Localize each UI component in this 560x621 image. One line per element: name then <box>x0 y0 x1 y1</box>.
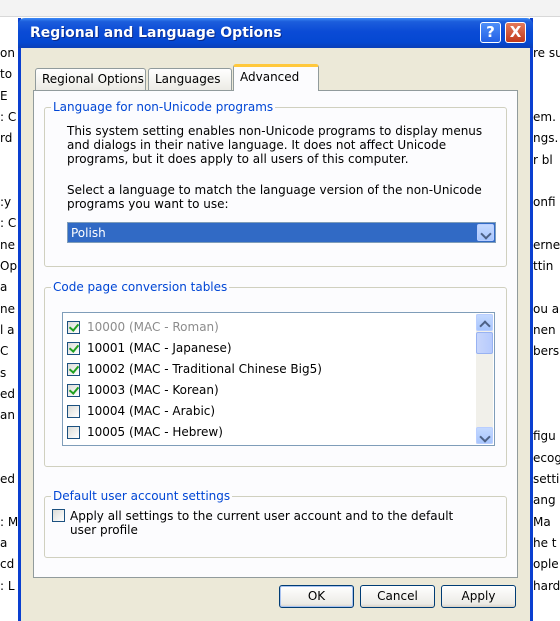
background-text-fragment: r bl <box>533 152 553 167</box>
code-page-label: 10000 (MAC - Roman) <box>87 320 219 334</box>
code-page-row[interactable]: 10000 (MAC - Roman) <box>67 319 467 339</box>
background-text-fragment: em. <box>533 109 556 124</box>
apply-default-user-checkbox[interactable] <box>52 509 65 522</box>
non-unicode-description: This system setting enables non-Unicode … <box>67 124 483 166</box>
background-text-fragment: figu <box>533 429 556 444</box>
background-text-fragment: ang <box>533 493 556 508</box>
code-page-row[interactable]: 10003 (MAC - Korean) <box>67 382 467 402</box>
scroll-up-icon[interactable] <box>476 314 493 331</box>
apply-default-user-label-line1: Apply all settings to the current user a… <box>70 509 454 523</box>
background-text-fragment: erne <box>533 237 560 252</box>
apply-button[interactable]: Apply <box>441 585 516 608</box>
ok-button[interactable]: OK <box>279 585 354 608</box>
chevron-down-icon[interactable] <box>477 224 494 241</box>
non-unicode-group: Language for non-Unicode programs This s… <box>44 100 507 267</box>
regional-language-dialog: Regional and Language Options ? X Region… <box>18 18 533 621</box>
code-page-label: 10003 (MAC - Korean) <box>87 383 219 397</box>
code-page-checkbox[interactable] <box>67 405 80 418</box>
language-select[interactable]: Polish <box>67 222 496 243</box>
background-text-fragment: onfi <box>533 195 556 210</box>
tab-panel-advanced: Language for non-Unicode programs This s… <box>33 90 518 578</box>
apply-default-user-label[interactable]: Apply all settings to the current user a… <box>70 509 490 537</box>
code-page-checkbox[interactable] <box>67 363 80 376</box>
background-text-fragment: bers <box>533 344 560 359</box>
help-icon[interactable]: ? <box>480 22 501 43</box>
code-page-checkbox[interactable] <box>67 321 80 334</box>
code-page-list[interactable]: 10000 (MAC - Roman) 10001 (MAC - Japanese… <box>62 312 495 446</box>
code-page-group: Code page conversion tables 10000 (MAC -… <box>44 280 507 467</box>
background-text-fragment: nen <box>533 322 556 337</box>
background-text-fragment: ecog <box>533 450 560 465</box>
code-page-row[interactable]: 10005 (MAC - Hebrew) <box>67 424 467 444</box>
code-page-checkbox[interactable] <box>67 384 80 397</box>
background-text-fragment: re su <box>533 46 560 60</box>
code-page-legend: Code page conversion tables <box>51 280 230 294</box>
code-page-row[interactable]: 10002 (MAC - Traditional Chinese Big5) <box>67 361 467 381</box>
code-page-scrollbar[interactable] <box>476 314 493 444</box>
code-page-label: 10002 (MAC - Traditional Chinese Big5) <box>87 362 322 376</box>
code-page-checkbox[interactable] <box>67 342 80 355</box>
code-page-row[interactable]: 10001 (MAC - Japanese) <box>67 340 467 360</box>
tab-languages[interactable]: Languages <box>148 68 232 90</box>
code-page-label: 10001 (MAC - Japanese) <box>87 341 232 355</box>
background-text-fragment: ngs. <box>533 131 559 146</box>
code-page-label: 10004 (MAC - Arabic) <box>87 404 216 418</box>
background-text-fragment: hard <box>533 578 560 593</box>
tab-advanced[interactable]: Advanced <box>233 64 319 91</box>
background-text-fragment: ttin <box>533 259 554 273</box>
dialog-title: Regional and Language Options <box>30 25 282 41</box>
non-unicode-prompt: Select a language to match the language … <box>67 183 482 211</box>
code-page-row[interactable]: 10004 (MAC - Arabic) <box>67 403 467 423</box>
language-select-value: Polish <box>71 226 106 240</box>
background-text-fragment: ople <box>533 557 559 572</box>
cancel-button[interactable]: Cancel <box>360 585 435 608</box>
code-page-label: 10005 (MAC - Hebrew) <box>87 425 223 439</box>
background-text-fragment: Ma <box>533 514 551 529</box>
scroll-thumb[interactable] <box>476 332 493 354</box>
default-user-legend: Default user account settings <box>51 489 233 503</box>
background-window-top <box>0 0 560 17</box>
background-text-fragment: he t <box>533 535 557 550</box>
background-text-fragment: setti <box>533 472 560 486</box>
background-text-fragment: ou a <box>533 301 560 316</box>
code-page-checkbox[interactable] <box>67 426 80 439</box>
tab-regional-options[interactable]: Regional Options <box>35 68 146 90</box>
non-unicode-legend: Language for non-Unicode programs <box>51 100 276 114</box>
apply-default-user-label-line2: user profile <box>70 523 138 537</box>
title-bar[interactable]: Regional and Language Options ? X <box>18 18 533 48</box>
scroll-down-icon[interactable] <box>476 427 493 444</box>
default-user-group: Default user account settings Apply all … <box>44 489 507 558</box>
close-icon[interactable]: X <box>505 22 526 43</box>
